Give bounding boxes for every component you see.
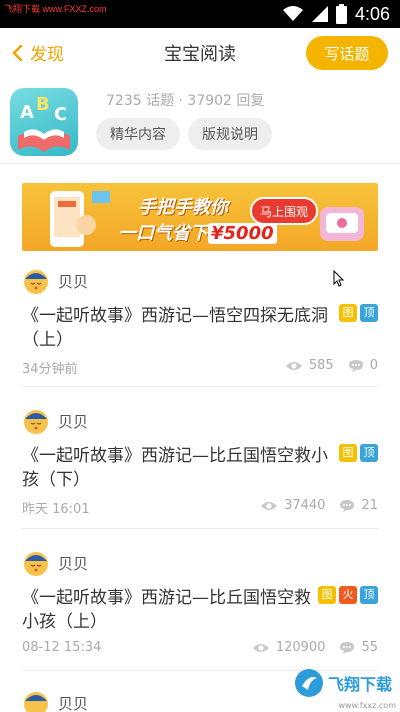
image-badge: 图	[339, 444, 357, 462]
watermark-brand: 飞翔下载	[327, 677, 392, 694]
forum-stats: 7235 话题 · 37902 回复	[106, 93, 265, 109]
eye-icon	[261, 501, 278, 510]
svg-text:A: A	[20, 102, 34, 123]
post-time: 08-12 15:34	[22, 640, 102, 655]
post-time: 34分钟前	[22, 362, 78, 377]
banner-subline: 一口气省下 ¥5000	[118, 219, 277, 245]
view-count: 585	[308, 358, 334, 373]
post-item[interactable]: 贝贝 《一起听故事》西游记—比丘国悟空救小孩（上） 图 火 顶 08-12 15…	[22, 548, 378, 660]
banner-amount: ¥5000	[208, 223, 277, 244]
comment-icon	[340, 499, 355, 512]
svg-text:B: B	[36, 94, 50, 115]
comment-icon	[348, 359, 363, 372]
status-icons: 4:06	[282, 2, 390, 26]
comment-count: 21	[361, 498, 378, 513]
eye-icon	[252, 643, 269, 652]
avatar	[24, 692, 48, 712]
app-header: 发现 宝宝阅读 写话题	[0, 28, 400, 78]
watermark-text: 飞翔下载 www.FXXZ.com	[4, 4, 107, 14]
post-title[interactable]: 《一起听故事》西游记—悟空四探无底洞（上） 图 顶	[22, 304, 378, 352]
divider	[22, 386, 378, 387]
view-count: 37440	[284, 498, 326, 513]
banner-cta-button[interactable]: 马上围观	[250, 197, 318, 225]
clock: 4:06	[354, 3, 390, 24]
forum-info: A B C 7235 话题 · 37902 回复 精华内容 版规说明	[0, 78, 400, 164]
pinned-badge: 顶	[360, 586, 378, 604]
post-time: 昨天 16:01	[22, 502, 90, 517]
author-name: 贝贝	[58, 412, 89, 431]
author-name: 贝贝	[58, 554, 89, 573]
post-title[interactable]: 《一起听故事》西游记—比丘国悟空救小孩（上） 图 火 顶	[22, 586, 378, 634]
watermark-logo: 飞翔下载	[294, 668, 392, 698]
featured-content-button[interactable]: 精华内容	[96, 118, 180, 150]
hot-badge: 火	[339, 586, 357, 604]
post-item[interactable]: 贝贝 《一起听故事》西游记—悟空四探无底洞（上） 图 顶 34分钟前 585 0	[22, 266, 378, 378]
pinned-badge: 顶	[360, 304, 378, 322]
comment-count: 55	[361, 640, 378, 655]
view-count: 120900	[275, 640, 326, 655]
pinned-badge: 顶	[360, 444, 378, 462]
post-title-text: 《一起听故事》西游记—比丘国悟空救小孩（下）	[22, 446, 328, 490]
post-title-text: 《一起听故事》西游记—比丘国悟空救小孩（上）	[22, 588, 311, 632]
battery-icon	[335, 4, 347, 24]
banner-headline: 手把手教你	[138, 197, 228, 218]
image-badge: 图	[339, 304, 357, 322]
signal-icon	[311, 6, 328, 22]
promo-banner[interactable]: 手把手教你 一口气省下 ¥5000 马上围观	[22, 183, 378, 251]
image-badge: 图	[318, 586, 336, 604]
avatar	[24, 552, 48, 576]
phone-illustration-icon	[50, 191, 110, 247]
abc-book-icon: A B C	[18, 94, 70, 152]
banner-prefix: 一口气省下	[118, 223, 208, 244]
wifi-icon	[282, 6, 303, 21]
mouse-cursor-icon	[333, 270, 345, 287]
feixiang-logo-icon	[294, 669, 323, 697]
avatar	[24, 410, 48, 434]
svg-text:C: C	[54, 104, 67, 125]
post-title-text: 《一起听故事》西游记—悟空四探无底洞（上）	[22, 306, 328, 350]
author-name: 贝贝	[58, 272, 89, 291]
post-item[interactable]: 贝贝 《一起听故事》西游记—比丘国悟空救小孩（下） 图 顶 昨天 16:01 3…	[22, 406, 378, 518]
post-title[interactable]: 《一起听故事》西游记—比丘国悟空救小孩（下） 图 顶	[22, 444, 378, 492]
avatar	[24, 270, 48, 294]
divider	[22, 528, 378, 529]
comment-count: 0	[369, 358, 378, 373]
eye-icon	[285, 361, 302, 370]
gift-box-icon	[320, 207, 364, 241]
forum-rules-button[interactable]: 版规说明	[188, 118, 272, 150]
status-bar: 飞翔下载 www.FXXZ.com 4:06	[0, 0, 400, 28]
write-topic-button[interactable]: 写话题	[306, 36, 388, 70]
watermark-url: www.fxxz.com	[338, 701, 396, 710]
forum-logo: A B C	[10, 88, 78, 156]
comment-icon	[340, 641, 355, 654]
author-name: 贝贝	[58, 694, 89, 712]
